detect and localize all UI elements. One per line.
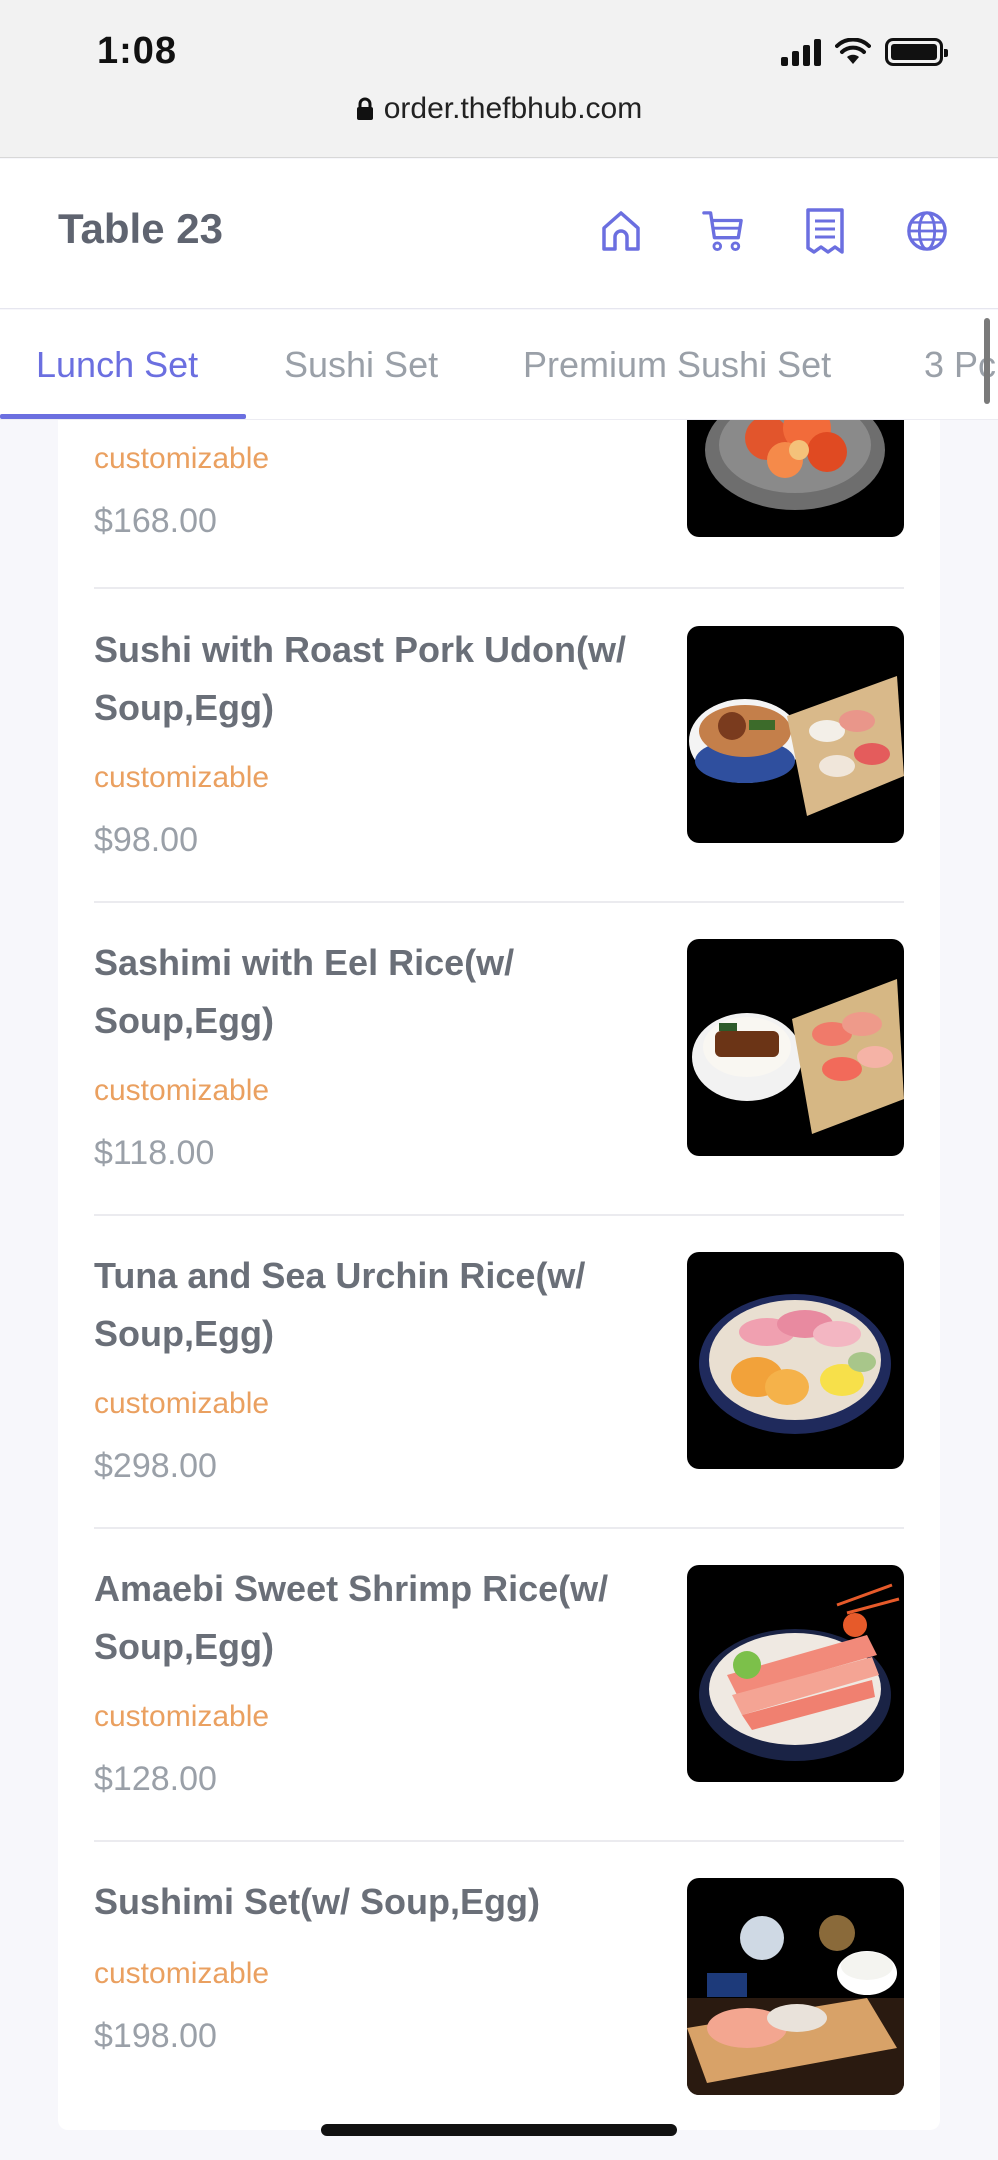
tab-premium-sushi-set[interactable]: Premium Sushi Set (523, 344, 831, 386)
item-price: $298.00 (94, 1447, 217, 1485)
item-name: Tuna and Sea Urchin Rice(w/ Soup,Egg) (94, 1255, 586, 1354)
divider (94, 901, 904, 903)
menu-item[interactable]: Sushimi Set(w/ Soup,Egg) customizable $1… (94, 1873, 904, 2123)
customizable-tag: customizable (94, 442, 270, 475)
item-name: Sushi with Roast Pork Udon(w/ Soup,Egg) (94, 629, 627, 728)
customizable-tag: customizable (94, 761, 270, 794)
item-name: Amaebi Sweet Shrimp Rice(w/ Soup,Egg) (94, 1568, 609, 1667)
wifi-icon (835, 38, 871, 64)
category-tabs: Lunch Set Sushi Set Premium Sushi Set 3 … (0, 310, 998, 420)
item-photo[interactable] (687, 420, 904, 537)
item-name: Sashimi with Eel Rice(w/ Soup,Egg) (94, 942, 515, 1041)
item-photo[interactable] (687, 1252, 904, 1469)
menu-list: customizable $168.00 Sushi with Roast Po… (58, 420, 940, 2130)
app-header: Table 23 (0, 159, 998, 309)
menu-item[interactable]: Sushi with Roast Pork Udon(w/ Soup,Egg) … (94, 621, 904, 871)
divider (94, 1840, 904, 1842)
home-icon[interactable] (600, 207, 642, 255)
item-price: $118.00 (94, 1134, 215, 1172)
item-price: $128.00 (94, 1760, 217, 1798)
item-name: Sushimi Set(w/ Soup,Egg) (94, 1881, 541, 1922)
receipt-icon[interactable] (804, 207, 846, 255)
item-price: $198.00 (94, 2017, 217, 2055)
item-photo[interactable] (687, 626, 904, 843)
address-bar[interactable]: order.thefbhub.com (0, 92, 998, 126)
page-title: Table 23 (58, 205, 223, 252)
status-time: 1:08 (97, 30, 178, 72)
home-indicator (321, 2124, 677, 2136)
menu-item[interactable]: Sashimi with Eel Rice(w/ Soup,Egg) custo… (94, 934, 904, 1184)
tab-lunch-set[interactable]: Lunch Set (36, 344, 198, 386)
menu-item[interactable]: Amaebi Sweet Shrimp Rice(w/ Soup,Egg) cu… (94, 1560, 904, 1810)
divider (94, 1527, 904, 1529)
item-price: $168.00 (94, 502, 217, 540)
globe-icon[interactable] (906, 207, 948, 255)
browser-top-bar: 1:08 order.thefbhub.com (0, 0, 998, 158)
divider (94, 1214, 904, 1216)
tabs-scrollbar (984, 318, 990, 404)
menu-item[interactable]: customizable $168.00 (94, 420, 904, 590)
item-photo[interactable] (687, 939, 904, 1156)
lock-icon (356, 97, 373, 120)
item-price: $98.00 (94, 821, 198, 859)
menu-item[interactable]: Tuna and Sea Urchin Rice(w/ Soup,Egg) cu… (94, 1247, 904, 1497)
battery-icon (885, 38, 948, 66)
customizable-tag: customizable (94, 1957, 270, 1990)
tab-sushi-set[interactable]: Sushi Set (284, 344, 438, 386)
active-tab-underline (0, 414, 246, 419)
url-text: order.thefbhub.com (383, 92, 643, 125)
customizable-tag: customizable (94, 1700, 270, 1733)
item-photo[interactable] (687, 1878, 904, 2095)
divider (94, 587, 904, 589)
customizable-tag: customizable (94, 1074, 270, 1107)
customizable-tag: customizable (94, 1387, 270, 1420)
signal-icon (781, 38, 821, 66)
item-photo[interactable] (687, 1565, 904, 1782)
cart-icon[interactable] (702, 207, 744, 255)
status-icons (781, 38, 948, 66)
